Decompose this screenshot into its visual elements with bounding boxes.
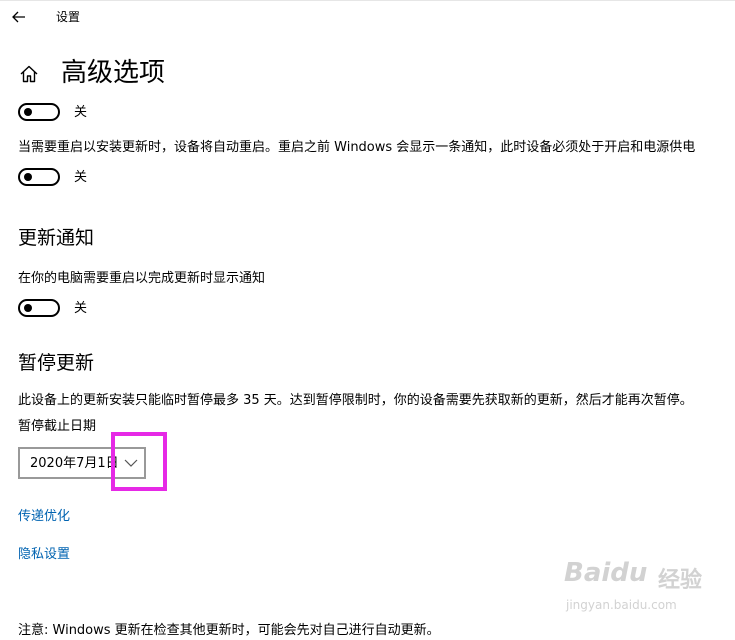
privacy-settings-link[interactable]: 隐私设置 <box>18 546 70 564</box>
update-notifications-heading: 更新通知 <box>18 227 95 249</box>
update-notifications-toggle-state: 关 <box>74 301 88 316</box>
chevron-down-icon <box>124 459 138 467</box>
watermark-brand-suffix: 经验 <box>658 568 703 593</box>
pause-until-date-value: 2020年7月1日 <box>30 456 119 471</box>
auto-restart-description: 当需要重启以安装更新时，设备将自动重启。重启之前 Windows 会显示一条通知… <box>18 140 696 155</box>
back-button[interactable] <box>8 6 30 28</box>
pause-updates-heading: 暂停更新 <box>18 352 95 374</box>
delivery-optimization-link[interactable]: 传递优化 <box>18 508 70 526</box>
window-top-border <box>0 0 735 1</box>
auto-restart-toggle-state: 关 <box>74 170 88 185</box>
arrow-left-icon <box>12 11 25 23</box>
toggle-knob <box>24 304 32 312</box>
update-notifications-description: 在你的电脑需要重启以完成更新时显示通知 <box>18 271 266 286</box>
home-icon[interactable] <box>18 63 40 85</box>
toggle-knob <box>24 173 32 181</box>
baidu-watermark: Baidu 经验 jingyan.baidu.com <box>560 552 730 622</box>
watermark-url: jingyan.baidu.com <box>566 598 677 612</box>
toggle-knob <box>24 108 32 116</box>
watermark-brand: Baidu <box>564 558 648 588</box>
footer-note: 注意: Windows 更新在检查其他更新时，可能会先对自己进行自动更新。 <box>18 623 440 638</box>
update-notifications-toggle-switch[interactable] <box>18 299 60 317</box>
first-toggle-state: 关 <box>74 105 88 120</box>
page-title: 高级选项 <box>61 58 166 88</box>
pause-until-label: 暂停截止日期 <box>18 419 97 434</box>
first-toggle-switch[interactable] <box>18 103 60 121</box>
app-title: 设置 <box>56 10 81 24</box>
pause-updates-description: 此设备上的更新安装只能临时暂停最多 35 天。达到暂停限制时，你的设备需要先获取… <box>18 393 693 408</box>
auto-restart-toggle-switch[interactable] <box>18 168 60 186</box>
pause-until-date-dropdown[interactable]: 2020年7月1日 <box>18 447 146 479</box>
